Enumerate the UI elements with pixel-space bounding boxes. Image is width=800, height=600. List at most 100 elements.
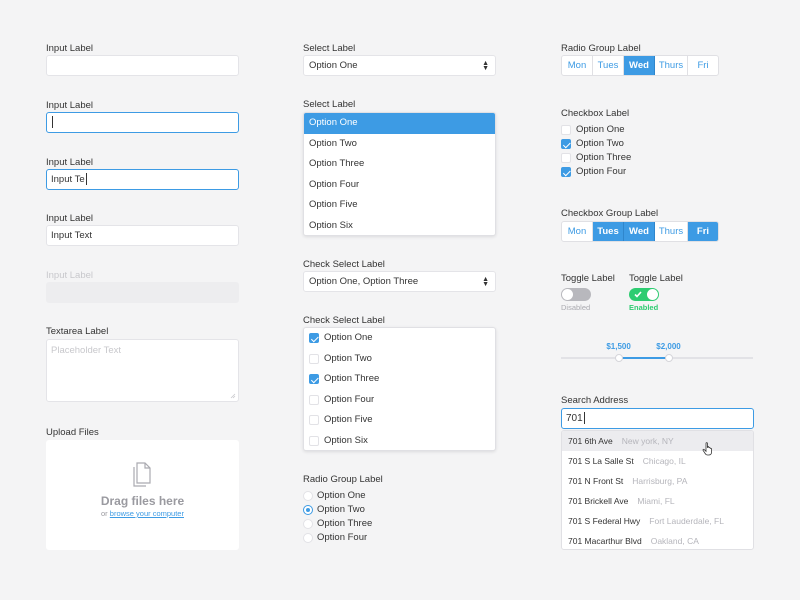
check-select-value: Option One, Option Three — [309, 276, 419, 287]
address-suggestion[interactable]: 701 N Front St Harrisburg, PA — [562, 471, 753, 491]
radio-option-label: Option Three — [317, 518, 373, 529]
select-option[interactable]: Option Three — [304, 154, 495, 175]
file-icon — [133, 462, 151, 487]
radio-segmented-control: Mon Tues Wed Thurs Fri — [561, 55, 719, 76]
address-suggestion[interactable]: 701 6th Ave New york, NY — [562, 431, 753, 451]
checkbox[interactable] — [309, 374, 319, 384]
check-select-option-label: Option Two — [324, 352, 372, 364]
checkbox-option-label: Option Four — [576, 166, 627, 177]
text-cursor — [85, 173, 87, 186]
check-select-option[interactable]: Option Five — [304, 410, 495, 431]
text-input-focused[interactable] — [46, 112, 239, 133]
suggestion-city: Chicago, IL — [642, 456, 686, 466]
pointer-hand-icon — [702, 442, 712, 456]
select-option[interactable]: Option Six — [304, 216, 495, 236]
slider-high-handle[interactable] — [664, 354, 673, 362]
check-select-option[interactable]: Option Six — [304, 431, 495, 451]
textarea[interactable]: Placeholder Text — [46, 339, 239, 402]
check-select-option[interactable]: Option Two — [304, 349, 495, 370]
check-select-option-label: Option Four — [324, 393, 375, 405]
checkbox[interactable] — [309, 333, 319, 343]
toggle-label-off: Toggle Label — [561, 273, 615, 284]
text-input-typing[interactable]: Input Te — [46, 169, 239, 190]
suggestion-street: 701 S La Salle St — [568, 456, 634, 466]
checkbox-label: Checkbox Label — [561, 108, 630, 119]
radio-seg-thurs[interactable]: Thurs — [655, 56, 688, 75]
check-select-option-label: Option Six — [324, 434, 368, 446]
checkbox[interactable] — [561, 139, 571, 149]
select-option[interactable]: Option One — [304, 113, 495, 134]
check-select-option[interactable]: Option Four — [304, 390, 495, 411]
checkbox[interactable] — [561, 167, 571, 177]
browse-link[interactable]: browse your computer — [110, 509, 184, 518]
address-suggestion[interactable]: 701 S Federal Hwy Fort Lauderdale, FL — [562, 511, 753, 531]
upload-hint: or browse your computer — [46, 509, 239, 518]
radio-seg-mon[interactable]: Mon — [562, 56, 593, 75]
upload-label: Upload Files — [46, 427, 99, 438]
upload-title: Drag files here — [100, 494, 185, 508]
check-seg-fri[interactable]: Fri — [688, 222, 718, 241]
select-option[interactable]: Option Five — [304, 195, 495, 216]
check-seg-wed[interactable]: Wed — [624, 222, 655, 241]
toggle-off[interactable] — [561, 288, 591, 301]
resize-handle-icon[interactable] — [230, 393, 236, 399]
suggestion-city: Harrisburg, PA — [632, 476, 688, 486]
checkbox[interactable] — [309, 394, 319, 405]
suggestion-city: Fort Lauderdale, FL — [649, 516, 724, 526]
toggle-state-disabled: Disabled — [561, 303, 591, 312]
radio-seg-fri[interactable]: Fri — [688, 56, 718, 75]
radio-button[interactable] — [303, 505, 313, 515]
input-label-disabled: Input Label — [46, 270, 94, 281]
checkbox-segmented-control: Mon Tues Wed Thurs Fri — [561, 221, 719, 242]
select-arrows-icon: ▲ ▼ — [482, 60, 489, 72]
check-select-option[interactable]: Option One — [304, 328, 495, 349]
checkbox[interactable] — [561, 125, 571, 135]
radio-button[interactable] — [303, 519, 313, 529]
select-option[interactable]: Option Four — [304, 175, 495, 196]
radio-option-label: Option Four — [317, 532, 368, 543]
radio-button[interactable] — [303, 533, 313, 543]
upload-dropzone[interactable]: Drag files here or browse your computer — [46, 440, 239, 550]
checkbox[interactable] — [309, 435, 319, 446]
slider-low-value: $1,500 — [606, 342, 631, 351]
suggestion-street: 701 Macarthur Blvd — [568, 536, 642, 546]
checkbox-option-label: Option Two — [576, 138, 624, 149]
radio-option-label: Option One — [317, 490, 366, 501]
suggestion-street: 701 6th Ave — [568, 436, 613, 446]
check-select-collapsed[interactable]: Option One, Option Three ▲ ▼ — [303, 271, 496, 292]
check-seg-mon[interactable]: Mon — [562, 222, 593, 241]
radio-seg-wed[interactable]: Wed — [624, 56, 655, 75]
check-seg-tues[interactable]: Tues — [593, 222, 624, 241]
toggle-on[interactable] — [629, 288, 659, 301]
text-input-typing-value: Input Te — [51, 174, 85, 185]
checkbox[interactable] — [561, 153, 571, 163]
search-label: Search Address — [561, 395, 629, 406]
text-input-filled[interactable]: Input Text — [46, 225, 239, 246]
text-cursor — [52, 116, 53, 129]
radio-button[interactable] — [303, 491, 313, 501]
check-select-label-2: Check Select Label — [303, 315, 385, 326]
address-suggestion[interactable]: 701 Brickell Ave Miami, FL — [562, 491, 753, 511]
checkbox[interactable] — [309, 353, 319, 364]
select-collapsed[interactable]: Option One ▲ ▼ — [303, 55, 496, 76]
text-cursor — [583, 412, 585, 425]
suggestion-street: 701 Brickell Ave — [568, 496, 629, 506]
check-seg-thurs[interactable]: Thurs — [655, 222, 688, 241]
address-suggestion[interactable]: 701 S La Salle St Chicago, IL — [562, 451, 753, 471]
search-value: 701 — [566, 413, 583, 424]
search-address-input[interactable]: 701 — [561, 408, 754, 429]
text-input-empty[interactable] — [46, 55, 239, 76]
checkbox-option-label: Option One — [576, 124, 625, 135]
suggestion-street: 701 S Federal Hwy — [568, 516, 641, 526]
check-select-option[interactable]: Option Three — [304, 369, 495, 390]
select-option[interactable]: Option Two — [304, 134, 495, 155]
address-suggestion[interactable]: 701 Macarthur Blvd Oakland, CA — [562, 531, 753, 549]
check-select-option-label: Option One — [324, 332, 373, 343]
select-dropdown[interactable]: Option One Option Two Option Three Option F… — [303, 112, 496, 236]
check-select-dropdown[interactable]: Option One Option Two Option Three Option F… — [303, 327, 496, 451]
range-slider[interactable]: $1,500 $2,000 — [561, 342, 753, 362]
slider-low-handle[interactable] — [614, 354, 623, 362]
checkbox[interactable] — [309, 415, 319, 425]
select-arrows-icon: ▲ ▼ — [482, 276, 489, 288]
radio-seg-tues[interactable]: Tues — [593, 56, 624, 75]
